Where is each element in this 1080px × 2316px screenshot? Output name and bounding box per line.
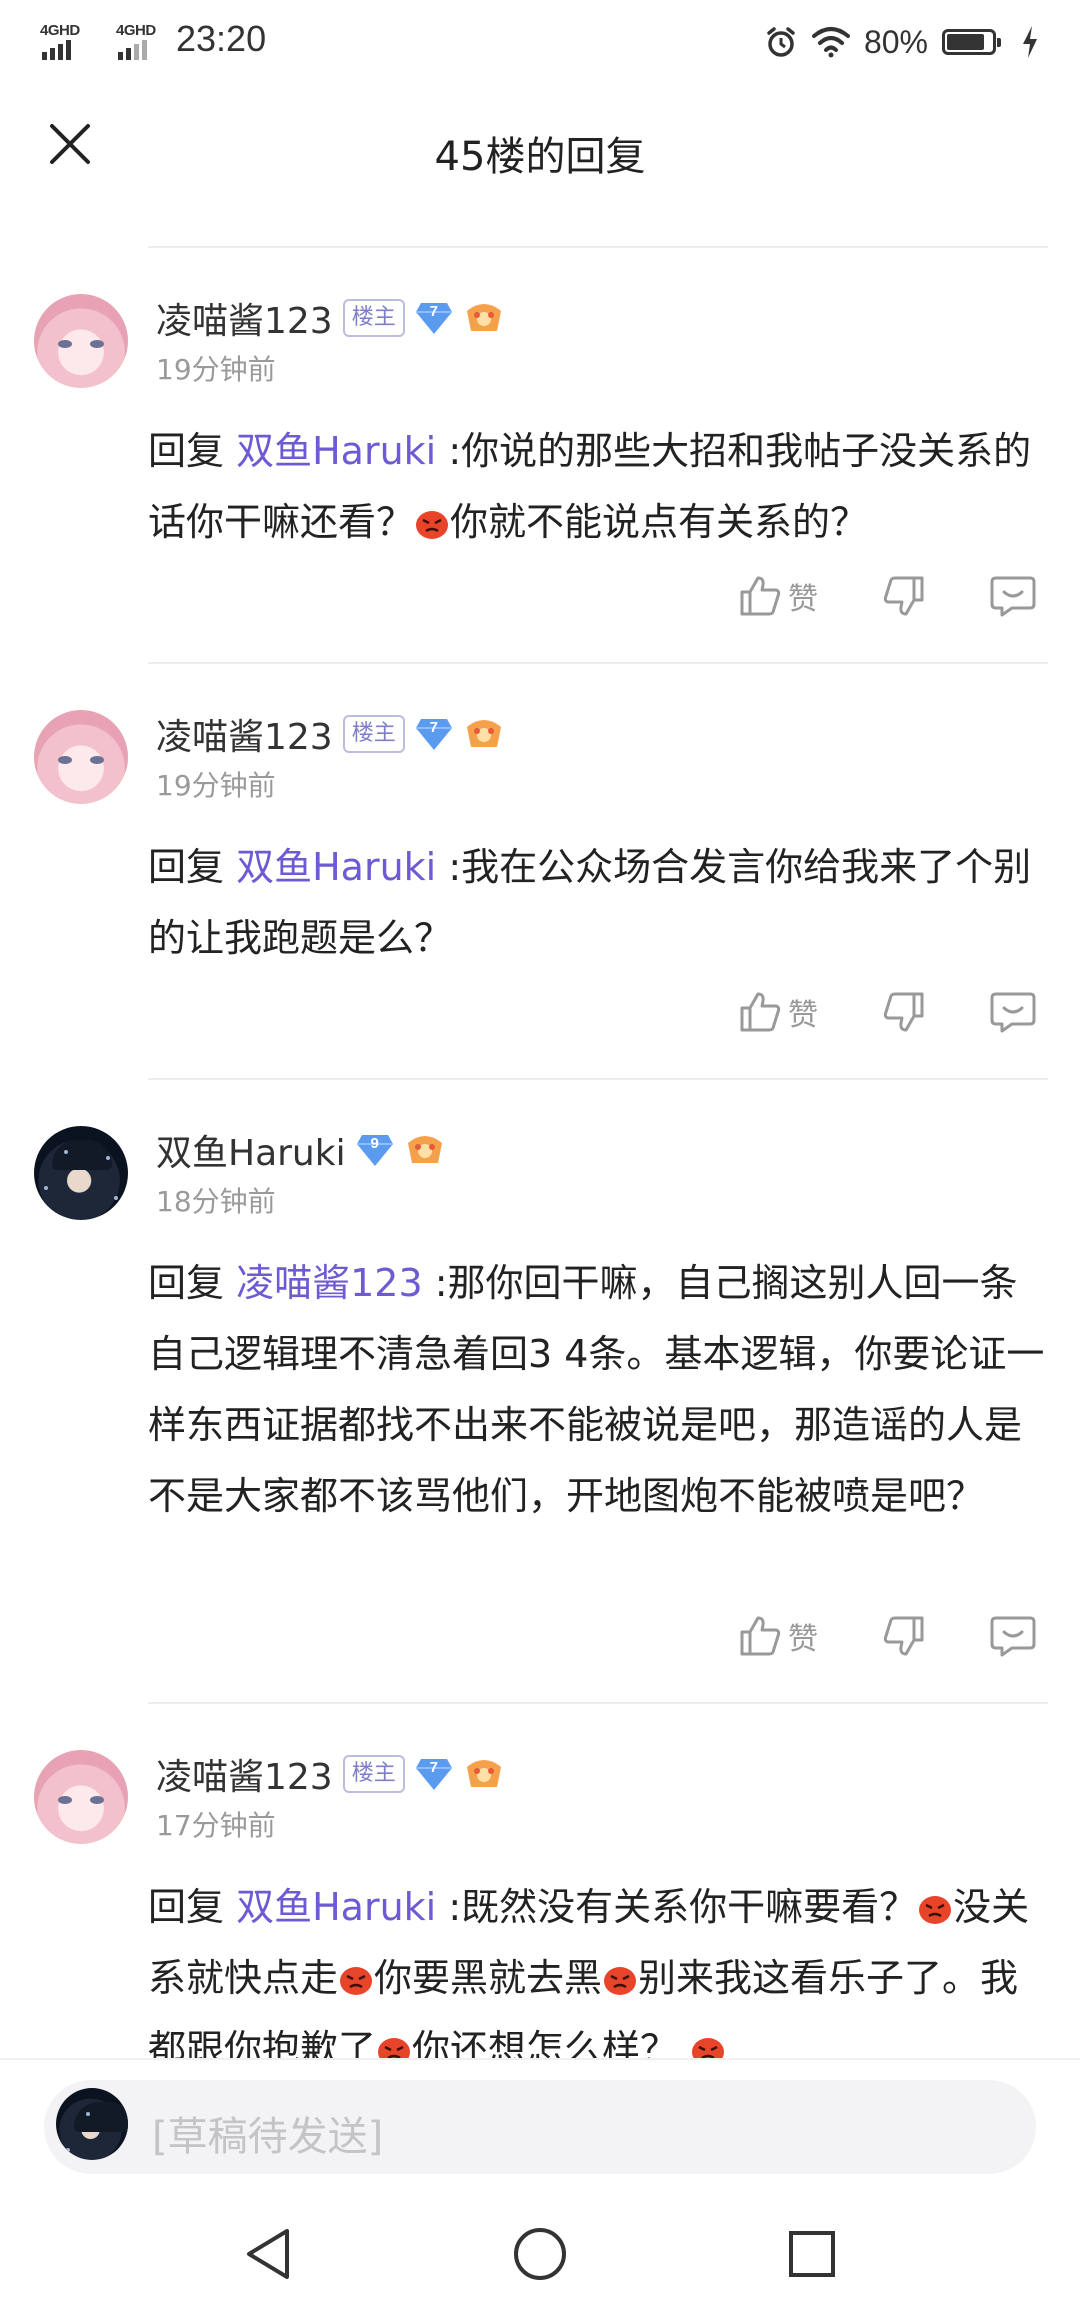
wifi-icon (811, 27, 850, 58)
reply-button[interactable] (990, 1614, 1036, 1658)
thumbs-down-icon (883, 992, 924, 1032)
system-nav-bar (0, 2192, 1080, 2316)
thumbs-up-icon (740, 1616, 781, 1656)
reply-button[interactable] (990, 574, 1036, 618)
angry-emoji-icon (416, 511, 449, 539)
status-time: 23:20 (176, 18, 267, 59)
alarm-icon (767, 27, 795, 57)
charging-icon (1023, 26, 1037, 58)
comment-text: 回复 凌喵酱123 :那你回干嘛，自己搁这别人回一条自己逻辑理不清急着回3 4条… (148, 1248, 1048, 1532)
avatar[interactable] (34, 710, 128, 804)
reply-target-link[interactable]: 凌喵酱123 (236, 1261, 423, 1305)
dislike-button[interactable] (882, 990, 926, 1034)
comment-icon (990, 992, 1036, 1033)
battery-icon (942, 29, 1001, 55)
reply-label: 回复 (148, 1261, 225, 1305)
medal-icon (466, 720, 501, 747)
username[interactable]: 双鱼Haruki (156, 1124, 346, 1176)
nav-home-button[interactable] (512, 2226, 568, 2282)
reply-label: 回复 (148, 1885, 225, 1929)
battery-percent: 80% (863, 23, 928, 60)
comment-icon (990, 1616, 1036, 1657)
angry-emoji-icon (378, 2038, 411, 2058)
post-time: 19分钟前 (156, 769, 276, 802)
comment-icon (990, 576, 1036, 617)
thumbs-up-icon (740, 576, 781, 616)
level-number: 7 (429, 719, 438, 736)
like-button[interactable]: 赞 (738, 990, 818, 1034)
host-badge: 楼主 (342, 715, 405, 753)
reply-label: 回复 (148, 845, 225, 889)
like-button[interactable]: 赞 (738, 1614, 818, 1658)
like-label: 赞 (788, 582, 818, 617)
comment-segment: 你要黑就去黑 (374, 1956, 603, 2000)
level-number: 7 (429, 1759, 438, 1776)
like-button[interactable]: 赞 (738, 574, 818, 618)
angry-emoji-icon (692, 2038, 725, 2058)
my-avatar (56, 2088, 128, 2160)
angry-emoji-icon (604, 1967, 637, 1995)
sim2-label: 4GHD (116, 22, 156, 39)
level-number: 7 (429, 303, 438, 320)
angry-emoji-icon (919, 1896, 952, 1924)
nav-recents-button[interactable] (784, 2226, 840, 2282)
post-time: 19分钟前 (156, 353, 276, 386)
comment-segment: 你就不能说点有关系的？ (450, 500, 869, 544)
angry-emoji-icon (340, 1967, 373, 1995)
sim1-label: 4GHD (40, 22, 80, 39)
home-icon (514, 2228, 566, 2280)
like-label: 赞 (788, 998, 818, 1033)
reply-target-link[interactable]: 双鱼Haruki (236, 845, 436, 889)
comment-segment: 你还想怎么样？ (412, 2027, 679, 2058)
level-diamond-icon: 7 (415, 717, 453, 751)
reply-target-link[interactable]: 双鱼Haruki (236, 429, 436, 473)
comment-item: 凌喵酱123 楼主 7 17分钟前 回复 双鱼Haruki :既然没有关系你干嘛… (0, 1704, 1080, 2058)
thumbs-down-icon (883, 576, 924, 616)
avatar[interactable] (34, 294, 128, 388)
nav-back-button[interactable] (240, 2226, 296, 2282)
comment-segment: :既然没有关系你干嘛要看？ (448, 1885, 918, 1929)
medal-icon (466, 1760, 501, 1787)
thumbs-up-icon (740, 992, 781, 1032)
username[interactable]: 凌喵酱123 (156, 708, 333, 760)
avatar[interactable] (34, 1750, 128, 1844)
medal-icon (407, 1136, 442, 1163)
signal-sim1-icon: 4GHD (40, 22, 90, 62)
level-diamond-icon: 7 (415, 301, 453, 335)
comment-text: 回复 双鱼Haruki :你说的那些大招和我帖子没关系的话你干嘛还看？ 你就不能说… (148, 416, 1048, 558)
comment-item: 双鱼Haruki 9 18分钟前 回复 凌喵酱123 :那你回干嘛，自己搁这别人… (0, 1080, 1080, 1702)
level-diamond-icon: 7 (415, 1757, 453, 1791)
medal-icon (466, 304, 501, 331)
recents-icon (789, 2231, 835, 2277)
back-icon (247, 2229, 289, 2279)
comment-text: 回复 双鱼Haruki :我在公众场合发言你给我来了个别的让我跑题是么？ (148, 832, 1048, 974)
signal-sim2-icon: 4GHD (116, 22, 166, 62)
comment-text: 回复 双鱼Haruki :既然没有关系你干嘛要看？ 没关系就快点走 你要黑就去黑 别来… (148, 1872, 1048, 2058)
comment-item: 凌喵酱123 楼主 7 19分钟前 回复 双鱼Haruki :我在公众场合发言你… (0, 664, 1080, 1078)
reply-button[interactable] (990, 990, 1036, 1034)
header: 45楼的回复 (0, 84, 1080, 214)
reply-target-link[interactable]: 双鱼Haruki (236, 1885, 436, 1929)
dislike-button[interactable] (882, 574, 926, 618)
comment-item: 凌喵酱123 楼主 7 19分钟前 回复 双鱼Haruki :你说的那些大招和我… (0, 248, 1080, 664)
reply-input-bar: [草稿待发送] (0, 2058, 1080, 2194)
draft-placeholder[interactable]: [草稿待发送] (152, 2104, 383, 2162)
status-bar: 4GHD 4GHD 23:20 80% (0, 0, 1080, 84)
dislike-button[interactable] (882, 1614, 926, 1658)
like-label: 赞 (788, 1622, 818, 1657)
username[interactable]: 凌喵酱123 (156, 292, 333, 344)
post-time: 17分钟前 (156, 1809, 276, 1842)
level-number: 9 (370, 1135, 379, 1152)
host-badge: 楼主 (342, 299, 405, 337)
thumbs-down-icon (883, 1616, 924, 1656)
reply-label: 回复 (148, 429, 225, 473)
host-badge: 楼主 (342, 1755, 405, 1793)
page-title: 45楼的回复 (434, 134, 646, 180)
avatar[interactable] (34, 1126, 128, 1220)
post-time: 18分钟前 (156, 1185, 276, 1218)
username[interactable]: 凌喵酱123 (156, 1748, 333, 1800)
level-diamond-icon: 9 (356, 1133, 394, 1167)
